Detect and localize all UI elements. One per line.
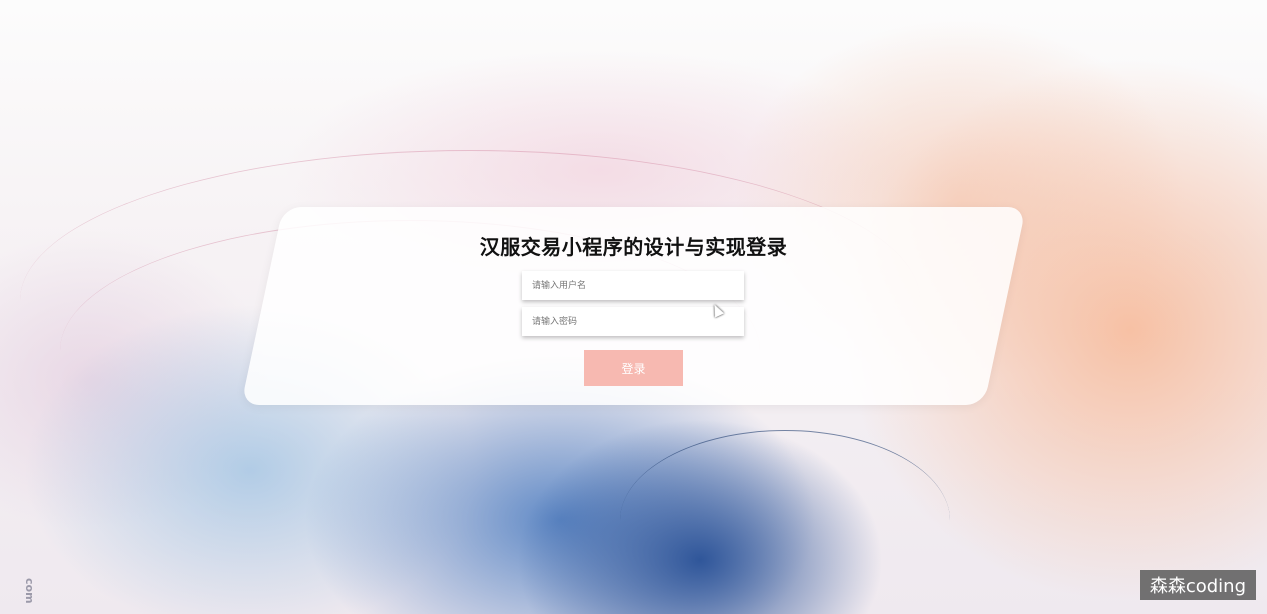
login-title: 汉服交易小程序的设计与实现登录 bbox=[479, 235, 788, 259]
ink-stroke bbox=[620, 430, 950, 611]
login-form: 汉服交易小程序的设计与实现登录 登录 bbox=[262, 207, 1005, 405]
video-watermark: 森森coding bbox=[1139, 570, 1256, 600]
password-input[interactable] bbox=[522, 307, 744, 336]
side-watermark-text: com bbox=[23, 578, 36, 604]
username-input[interactable] bbox=[522, 271, 744, 300]
login-button[interactable]: 登录 bbox=[584, 350, 683, 386]
